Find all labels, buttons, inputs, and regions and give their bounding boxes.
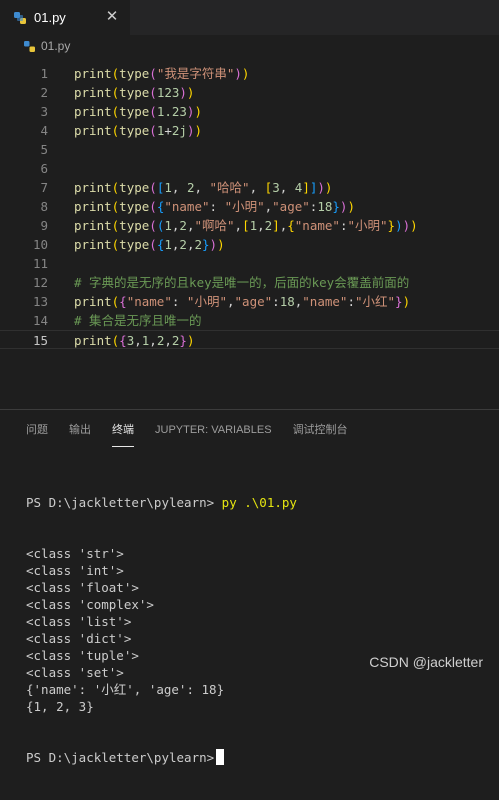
code-editor[interactable]: 1 print(type("我是字符串")) 2 print(type(123)) 3 p…: [0, 64, 499, 404]
terminal-final-line: PS D:\jackletter\pylearn>: [26, 749, 297, 766]
code-line[interactable]: 1 print(type("我是字符串")): [0, 64, 499, 83]
terminal-output-line: <class 'complex'>: [26, 597, 154, 612]
panel-tab[interactable]: 输出: [69, 422, 91, 446]
code-text: print(type(1+2j)): [74, 123, 202, 138]
python-file-icon: [14, 11, 26, 24]
terminal-final-prompt: PS D:\jackletter\pylearn>: [26, 750, 215, 765]
code-line[interactable]: 6: [0, 159, 499, 178]
breadcrumb: 01.py: [0, 35, 499, 57]
panel-tab[interactable]: JUPYTER: VARIABLES: [155, 422, 272, 446]
code-text: print(type([1, 2, "哈哈", [3, 4]])): [74, 180, 333, 195]
terminal-output-line: {1, 2, 3}: [26, 699, 94, 714]
tab-label: 01.py: [34, 10, 66, 25]
code-text: print(type({1,2,2})): [74, 237, 225, 252]
terminal[interactable]: PS D:\jackletter\pylearn> py .\01.py <cl…: [26, 460, 297, 800]
code-line[interactable]: 10 print(type({1,2,2})): [0, 235, 499, 254]
panel-tab[interactable]: 问题: [26, 422, 48, 446]
code-line[interactable]: 14 # 集合是无序且唯一的: [0, 311, 499, 330]
line-number: 11: [32, 256, 48, 271]
terminal-output: <class 'str'> <class 'int'> <class 'float'…: [26, 545, 297, 715]
terminal-cursor: [216, 749, 225, 765]
line-number: 14: [32, 313, 48, 328]
code-text: print({"name": "小明","age":18,"name":"小红"…: [74, 294, 411, 309]
terminal-output-line: <class 'tuple'>: [26, 648, 139, 663]
code-line[interactable]: 8 print(type({"name": "小明","age":18})): [0, 197, 499, 216]
breadcrumb-file[interactable]: 01.py: [41, 39, 70, 53]
line-number: 7: [40, 180, 48, 195]
panel-tab[interactable]: 调试控制台: [293, 422, 348, 446]
code-line[interactable]: 5: [0, 140, 499, 159]
panel-tabs: 问题 输出 终端 JUPYTER: VARIABLES 调试控制台: [26, 422, 369, 447]
code-line[interactable]: 11: [0, 254, 499, 273]
code-line[interactable]: 13 print({"name": "小明","age":18,"name":"小…: [0, 292, 499, 311]
code-line[interactable]: 3 print(type(1.23)): [0, 102, 499, 121]
line-number: 5: [40, 142, 48, 157]
code-text: print(type("我是字符串")): [74, 66, 250, 81]
code-text: # 字典的是无序的且key是唯一的，后面的key会覆盖前面的: [74, 275, 410, 290]
code-line[interactable]: 2 print(type(123)): [0, 83, 499, 102]
terminal-command: py .\01.py: [221, 495, 297, 510]
terminal-command-line: PS D:\jackletter\pylearn> py .\01.py: [26, 494, 297, 511]
code-line[interactable]: 15 print({3,1,2,2}): [0, 330, 499, 349]
code-line[interactable]: 9 print(type((1,2,"啊哈",[1,2],{"name":"小明"…: [0, 216, 499, 235]
line-number: 12: [32, 275, 48, 290]
code-line[interactable]: 4 print(type(1+2j)): [0, 121, 499, 140]
close-icon[interactable]: ✕: [104, 9, 120, 25]
line-number: 15: [32, 333, 48, 348]
line-number: 4: [40, 123, 48, 138]
code-text: # 集合是无序且唯一的: [74, 313, 202, 328]
python-file-icon: [24, 40, 35, 52]
tab-01-py[interactable]: 01.py ✕: [0, 0, 130, 35]
terminal-output-line: <class 'dict'>: [26, 631, 132, 646]
editor-tab-bar: 01.py ✕: [0, 0, 499, 35]
line-number: 9: [40, 218, 48, 233]
line-number: 6: [40, 161, 48, 176]
code-text: print(type(123)): [74, 85, 195, 100]
panel-tab[interactable]: 终端: [112, 422, 134, 447]
code-text: print(type(1.23)): [74, 104, 202, 119]
terminal-output-line: {'name': '小红', 'age': 18}: [26, 682, 225, 697]
terminal-output-line: <class 'set'>: [26, 665, 124, 680]
line-number: 2: [40, 85, 48, 100]
terminal-output-line: <class 'list'>: [26, 614, 132, 629]
line-number: 8: [40, 199, 48, 214]
line-number: 10: [32, 237, 48, 252]
terminal-output-line: <class 'str'>: [26, 546, 124, 561]
line-number: 1: [40, 66, 48, 81]
line-number: 3: [40, 104, 48, 119]
code-text: print(type({"name": "小明","age":18})): [74, 199, 355, 214]
watermark: CSDN @jackletter: [369, 654, 483, 670]
bottom-panel: 问题 输出 终端 JUPYTER: VARIABLES 调试控制台 PS D:\jack…: [0, 409, 499, 765]
code-line[interactable]: 7 print(type([1, 2, "哈哈", [3, 4]])): [0, 178, 499, 197]
terminal-prompt: PS D:\jackletter\pylearn>: [26, 495, 222, 510]
code-text: print(type((1,2,"啊哈",[1,2],{"name":"小明"}…: [74, 218, 418, 233]
terminal-output-line: <class 'float'>: [26, 580, 139, 595]
line-number: 13: [32, 294, 48, 309]
code-text: print({3,1,2,2}): [74, 333, 195, 348]
terminal-output-line: <class 'int'>: [26, 563, 124, 578]
code-line[interactable]: 12 # 字典的是无序的且key是唯一的，后面的key会覆盖前面的: [0, 273, 499, 292]
